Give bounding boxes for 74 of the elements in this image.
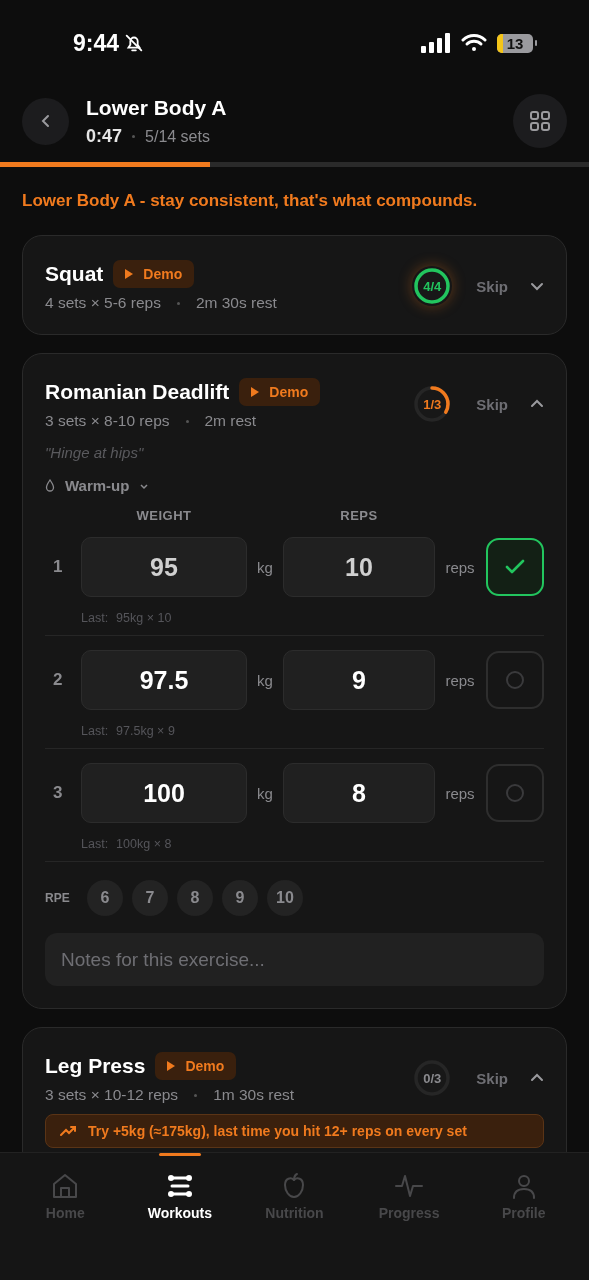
separator-dot (132, 134, 136, 138)
unit-label: kg (256, 558, 274, 576)
separator-dot (194, 1093, 198, 1097)
signal-icon (421, 33, 451, 53)
last-label: Last: (81, 837, 109, 851)
unit-label: kg (256, 784, 274, 802)
last-label: Last: (81, 724, 109, 738)
demo-button[interactable]: Demo (113, 260, 195, 288)
circle-icon (505, 783, 525, 803)
set-number: 3 (52, 783, 64, 803)
warmup-toggle[interactable]: Warm-up (45, 477, 150, 494)
exercise-name: Squat (45, 262, 104, 286)
play-icon (167, 1061, 176, 1071)
exercise-detail: 4 sets × 5-6 reps (45, 294, 161, 312)
rpe-option[interactable]: 8 (177, 880, 213, 916)
exercise-name: Leg Press (45, 1054, 146, 1078)
exercise-detail: 1m 30s rest (213, 1086, 295, 1104)
exercise-name: Romanian Deadlift (45, 380, 230, 404)
weight-field[interactable]: 100 (81, 763, 247, 823)
skip-button[interactable]: Skip (476, 1069, 508, 1087)
exercise-detail: 2m 30s rest (195, 294, 277, 312)
rpe-option[interactable]: 9 (222, 880, 258, 916)
reps-field[interactable]: 10 (283, 537, 435, 597)
rpe-label: RPE (45, 891, 71, 905)
last-value: 95kg × 10 (116, 611, 172, 625)
status-time: 9:44 (73, 29, 120, 57)
circle-icon (505, 670, 525, 690)
sets-count: 5/14 sets (145, 127, 210, 146)
weight-field[interactable]: 95 (81, 537, 247, 597)
trend-up-icon (60, 1125, 76, 1137)
exercise-detail: 2m rest (204, 412, 257, 430)
workout-title: Lower Body A (86, 95, 227, 120)
separator-dot (185, 419, 189, 423)
form-cue: "Hinge at hips" (45, 444, 145, 461)
last-value: 100kg × 8 (116, 837, 172, 851)
weight-field[interactable]: 97.5 (81, 650, 247, 710)
column-header: WEIGHT (135, 508, 193, 523)
rpe-option[interactable]: 7 (132, 880, 168, 916)
check-icon (505, 559, 525, 575)
suggestion-text: Try +5kg (≈175kg), last time you hit 12+ reps on every set (88, 1123, 467, 1139)
notes-field[interactable]: Notes for this exercise... (45, 933, 544, 986)
unit-label: kg (256, 671, 274, 689)
column-header: REPS (339, 508, 379, 523)
rpe-option[interactable]: 10 (267, 880, 303, 916)
set-number: 1 (52, 557, 64, 577)
unit-label: reps (444, 784, 476, 802)
rpe-option[interactable]: 6 (87, 880, 123, 916)
skip-button[interactable]: Skip (476, 395, 508, 413)
reps-field[interactable]: 9 (283, 650, 435, 710)
progress-ring (412, 384, 453, 424)
demo-button[interactable]: Demo (239, 378, 321, 406)
last-label: Last: (81, 611, 109, 625)
drop-icon (45, 479, 55, 492)
set-number: 2 (52, 670, 64, 690)
demo-button[interactable]: Demo (155, 1052, 237, 1080)
play-icon (251, 387, 260, 397)
separator-dot (176, 301, 180, 305)
set-complete-checkbox[interactable] (486, 764, 544, 822)
set-complete-checkbox[interactable] (486, 651, 544, 709)
elapsed-timer: 0:47 (86, 125, 123, 147)
play-icon (125, 269, 134, 279)
unit-label: reps (444, 671, 476, 689)
nav-tab[interactable]: Workouts (122, 1153, 238, 1280)
last-value: 97.5kg × 9 (116, 724, 175, 738)
reps-field[interactable]: 8 (283, 763, 435, 823)
exercise-detail: 3 sets × 8-10 reps (45, 412, 170, 430)
motivation-text: Lower Body A - stay consistent, that's what compounds. (22, 191, 479, 211)
wifi-icon (461, 33, 487, 53)
progress-ring (412, 266, 453, 306)
grid-icon (529, 110, 551, 132)
set-complete-checkbox[interactable] (486, 538, 544, 596)
unit-label: reps (444, 558, 476, 576)
skip-button[interactable]: Skip (476, 277, 508, 295)
exercise-detail: 3 sets × 10-12 reps (45, 1086, 179, 1104)
